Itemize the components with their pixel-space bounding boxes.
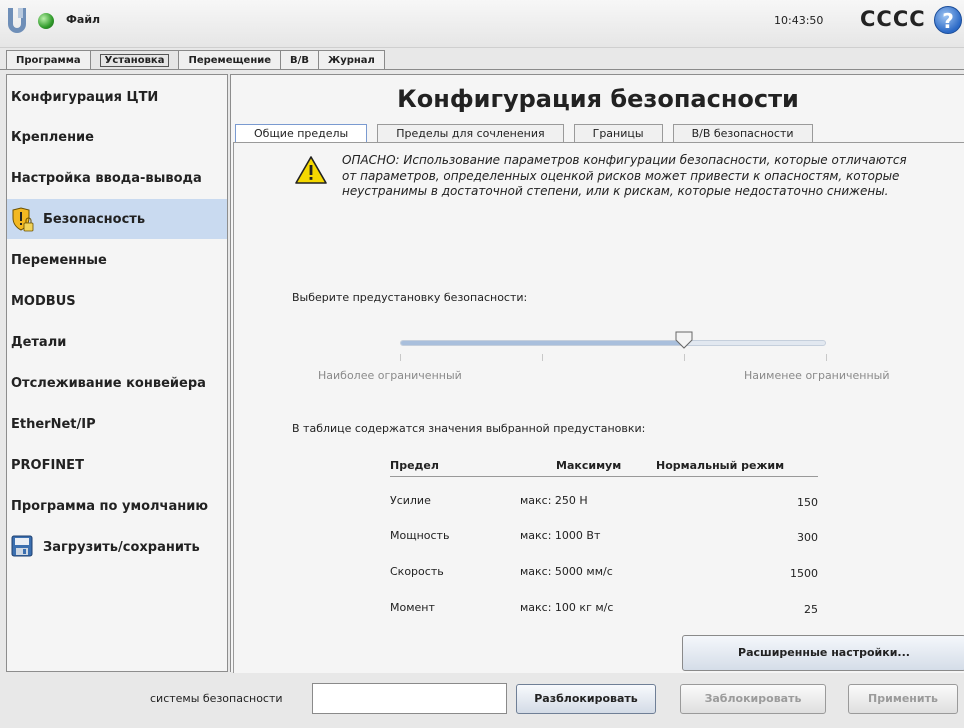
sidebar-item-label: EtherNet/IP bbox=[11, 416, 96, 432]
table-cell-max: макс: 100 кг м/с bbox=[520, 601, 614, 614]
advanced-settings-button[interactable]: Расширенные настройки... bbox=[682, 635, 964, 671]
installation-sidebar: Конфигурация ЦТИ Крепление Настройка вво… bbox=[6, 74, 228, 672]
floppy-disk-icon bbox=[11, 535, 33, 559]
tab-label: Границы bbox=[592, 127, 644, 140]
tab-safety-io[interactable]: В/В безопасности bbox=[672, 124, 813, 142]
table-cell-max: макс: 1000 Вт bbox=[520, 529, 601, 542]
general-limits-panel: ОПАСНО: Использование параметров конфигу… bbox=[233, 142, 964, 673]
sidebar-item-load-save[interactable]: Загрузить/сохранить bbox=[7, 527, 227, 567]
tab-joint-limits[interactable]: Пределы для сочленения bbox=[377, 124, 564, 142]
file-menu[interactable]: Файл bbox=[66, 13, 100, 26]
table-cell-normal: 25 bbox=[804, 603, 818, 616]
sidebar-item-features[interactable]: Детали bbox=[7, 322, 227, 362]
sidebar-item-label: Загрузить/сохранить bbox=[43, 539, 200, 555]
table-cell-limit: Усилие bbox=[390, 494, 431, 507]
ur-logo-icon bbox=[8, 8, 26, 33]
table-header-max: Максимум bbox=[556, 459, 622, 472]
sidebar-item-ethernet-ip[interactable]: EtherNet/IP bbox=[7, 404, 227, 444]
robot-name: CCCC bbox=[860, 7, 926, 31]
slider-max-label: Наименее ограниченный bbox=[744, 369, 890, 382]
preset-slider-fill bbox=[401, 341, 685, 345]
table-cell-max: макс: 250 Н bbox=[520, 494, 588, 507]
lock-button[interactable]: Заблокировать bbox=[680, 684, 826, 714]
sidebar-item-tcp-config[interactable]: Конфигурация ЦТИ bbox=[7, 77, 227, 117]
slider-tick bbox=[400, 354, 401, 361]
main-tab-bar: Программа Установка Перемещение В/В Журн… bbox=[6, 50, 385, 70]
safety-shield-lock-icon bbox=[11, 207, 34, 232]
page-title: Конфигурация безопасности bbox=[397, 85, 799, 113]
safety-password-input[interactable] bbox=[312, 683, 507, 714]
sidebar-item-label: Детали bbox=[11, 334, 67, 350]
slider-min-label: Наиболее ограниченный bbox=[318, 369, 462, 382]
preset-label: Выберите предустановку безопасности: bbox=[292, 291, 528, 304]
table-cell-normal: 1500 bbox=[790, 567, 818, 580]
apply-button[interactable]: Применить bbox=[848, 684, 958, 714]
tab-label: Перемещение bbox=[188, 55, 272, 66]
preset-slider-thumb[interactable] bbox=[675, 331, 693, 349]
tab-label: Программа bbox=[16, 55, 81, 66]
sidebar-item-modbus[interactable]: MODBUS bbox=[7, 281, 227, 321]
unlock-button[interactable]: Разблокировать bbox=[516, 684, 656, 714]
tab-label: В/В безопасности bbox=[691, 127, 794, 140]
table-header-limit: Предел bbox=[390, 459, 439, 472]
table-header-divider bbox=[390, 476, 818, 477]
safety-config-panel: Конфигурация безопасности Общие пределы … bbox=[230, 74, 964, 673]
password-label: системы безопасности bbox=[150, 692, 283, 705]
tab-label: Общие пределы bbox=[254, 127, 349, 140]
sidebar-item-label: PROFINET bbox=[11, 457, 84, 473]
robot-status-icon[interactable] bbox=[38, 13, 54, 29]
table-header-normal: Нормальный режим bbox=[656, 459, 785, 472]
sidebar-item-label: Безопасность bbox=[43, 211, 146, 227]
bottom-bar: системы безопасности Разблокировать Забл… bbox=[0, 676, 964, 728]
tab-io[interactable]: В/В bbox=[280, 50, 319, 70]
safety-sub-tabs: Общие пределы Пределы для сочленения Гра… bbox=[235, 124, 823, 142]
table-cell-max: макс: 5000 мм/с bbox=[520, 565, 613, 578]
sidebar-item-profinet[interactable]: PROFINET bbox=[7, 445, 227, 485]
slider-tick bbox=[826, 354, 827, 361]
sidebar-item-label: Конфигурация ЦТИ bbox=[11, 89, 159, 105]
table-cell-normal: 300 bbox=[797, 531, 818, 544]
sidebar-item-label: Отслеживание конвейера bbox=[11, 375, 206, 391]
tab-label: Установка bbox=[99, 54, 170, 67]
tab-move[interactable]: Перемещение bbox=[178, 50, 282, 70]
sidebar-item-label: Настройка ввода-вывода bbox=[11, 170, 202, 186]
tab-label: В/В bbox=[290, 55, 309, 66]
table-caption: В таблице содержатся значения выбранной … bbox=[292, 422, 646, 435]
tab-label: Журнал bbox=[327, 55, 375, 66]
tab-label: Пределы для сочленения bbox=[396, 127, 545, 140]
tab-divider bbox=[0, 69, 964, 70]
tab-boundaries[interactable]: Границы bbox=[573, 124, 663, 142]
sidebar-item-label: Крепление bbox=[11, 129, 94, 145]
table-cell-limit: Мощность bbox=[390, 529, 450, 542]
table-cell-limit: Момент bbox=[390, 601, 435, 614]
tab-program[interactable]: Программа bbox=[6, 50, 91, 70]
sidebar-item-default-program[interactable]: Программа по умолчанию bbox=[7, 486, 227, 526]
help-icon[interactable]: ? bbox=[934, 6, 962, 34]
preset-slider-track[interactable] bbox=[400, 340, 826, 346]
sidebar-item-label: Программа по умолчанию bbox=[11, 498, 208, 514]
sidebar-item-safety[interactable]: Безопасность bbox=[7, 199, 227, 239]
sidebar-item-io-setup[interactable]: Настройка ввода-вывода bbox=[7, 158, 227, 198]
sidebar-item-label: MODBUS bbox=[11, 293, 76, 309]
warning-icon bbox=[295, 156, 327, 184]
tab-general-limits[interactable]: Общие пределы bbox=[235, 124, 368, 142]
sidebar-item-mounting[interactable]: Крепление bbox=[7, 117, 227, 157]
table-cell-normal: 150 bbox=[797, 496, 818, 509]
sidebar-item-conveyor-tracking[interactable]: Отслеживание конвейера bbox=[7, 363, 227, 403]
top-bar: Файл 10:43:50 CCCC ? bbox=[0, 0, 964, 48]
table-cell-limit: Скорость bbox=[390, 565, 444, 578]
slider-tick bbox=[542, 354, 543, 361]
warning-text: ОПАСНО: Использование параметров конфигу… bbox=[342, 153, 907, 198]
sidebar-item-label: Переменные bbox=[11, 252, 107, 268]
clock: 10:43:50 bbox=[774, 14, 824, 27]
sidebar-item-variables[interactable]: Переменные bbox=[7, 240, 227, 280]
tab-installation[interactable]: Установка bbox=[89, 50, 180, 70]
slider-tick bbox=[684, 354, 685, 361]
tab-log[interactable]: Журнал bbox=[317, 50, 385, 70]
